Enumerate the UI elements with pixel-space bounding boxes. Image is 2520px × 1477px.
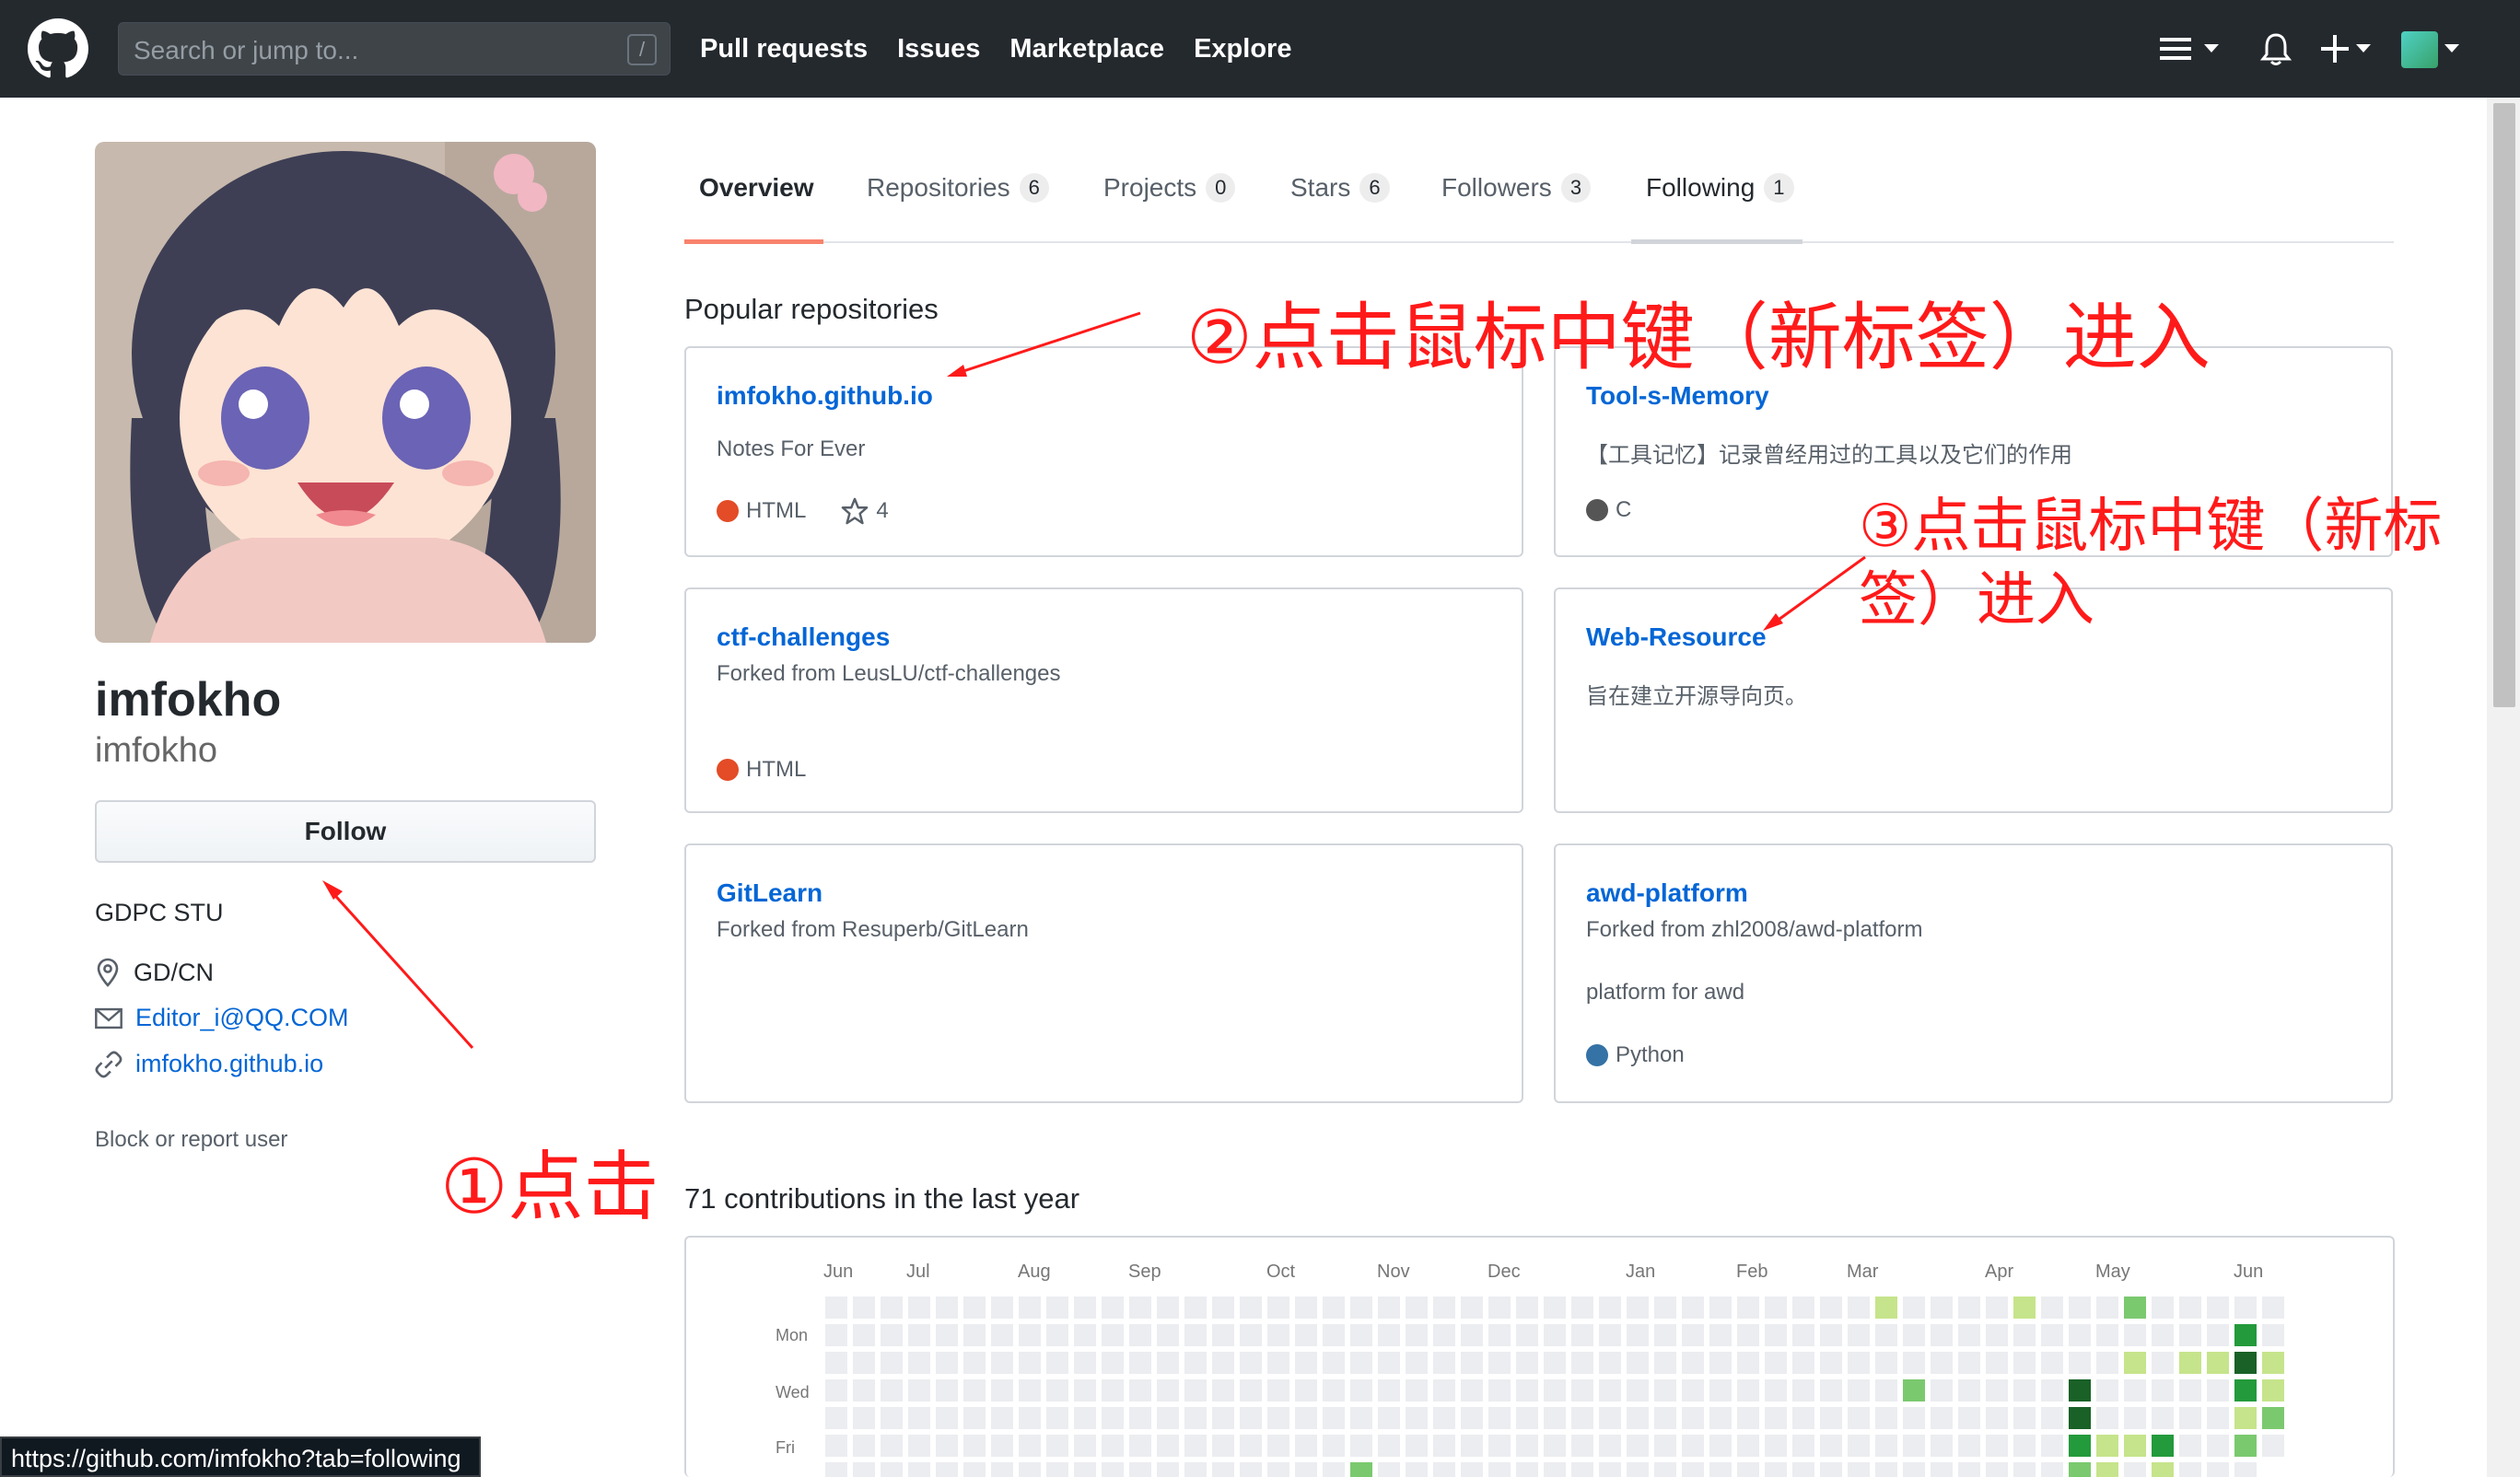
- status-url: https://github.com/imfokho?tab=following: [11, 1445, 461, 1472]
- annotation-arrow-1: [322, 880, 474, 1050]
- link-status-bar: https://github.com/imfokho?tab=following: [0, 1436, 481, 1477]
- annotation-arrow-2: [947, 311, 1141, 377]
- annotation-arrow-3: [1763, 555, 1866, 631]
- annotation-arrows: [322, 311, 1866, 1050]
- annotation-step-2: ②点击鼠标中键（新标签）进入: [1186, 295, 2211, 380]
- annotation-step-3-line1: ③点击鼠标中键（新标: [1859, 493, 2443, 561]
- annotation-step-1: ①点击: [440, 1144, 659, 1231]
- annotation-step-3-line2: 签）进入: [1859, 566, 2094, 634]
